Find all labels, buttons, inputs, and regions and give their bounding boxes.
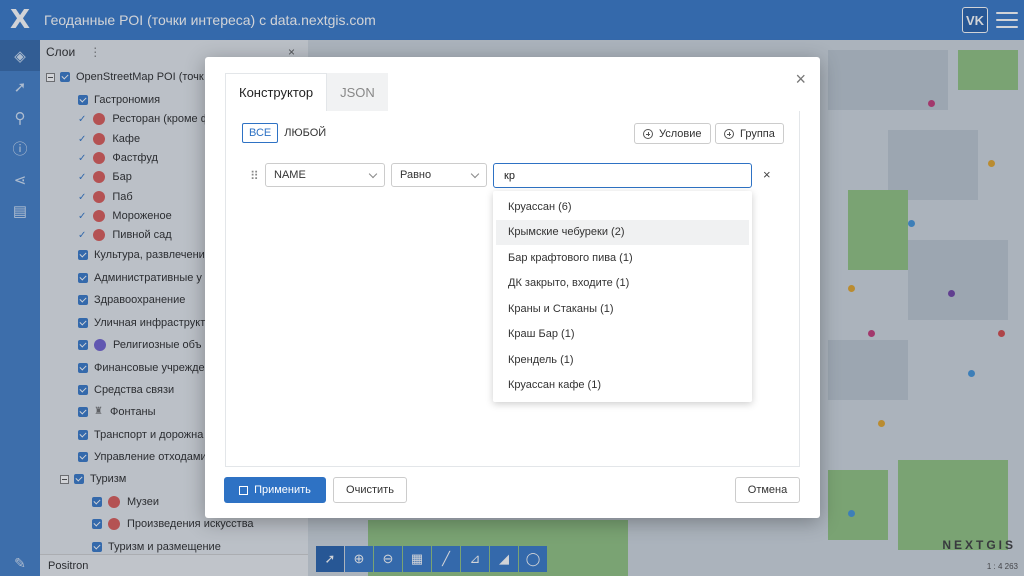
suggestion-item[interactable]: Краш Бар (1) xyxy=(496,322,749,348)
plus-icon xyxy=(643,128,653,139)
add-group-button[interactable]: Группа xyxy=(715,123,784,144)
add-condition-button[interactable]: Условие xyxy=(634,123,711,144)
tab-json[interactable]: JSON xyxy=(327,73,388,111)
save-icon xyxy=(239,485,249,495)
operator-select[interactable]: Равно xyxy=(391,163,487,187)
suggestion-item[interactable]: Краны и Стаканы (1) xyxy=(496,296,749,322)
chevron-down-icon xyxy=(470,169,480,178)
dialog-tabs: Конструктор JSON xyxy=(225,73,388,111)
mode-any-button[interactable]: ЛЮБОЙ xyxy=(278,123,332,143)
suggestion-item[interactable]: Круассан (6) xyxy=(496,194,749,220)
drag-handle-icon[interactable]: ⠿ xyxy=(250,169,259,183)
close-icon[interactable]: × xyxy=(795,69,806,90)
suggestion-item[interactable]: ДК закрыто, входите (1) xyxy=(496,271,749,297)
suggestion-item[interactable]: Крендель (1) xyxy=(496,347,749,373)
apply-button[interactable]: Применить xyxy=(224,477,326,503)
clear-button[interactable]: Очистить xyxy=(333,477,407,503)
field-select[interactable]: NAME xyxy=(265,163,385,187)
remove-rule-icon[interactable]: × xyxy=(763,167,771,182)
mode-all-button[interactable]: ВСЕ xyxy=(242,123,279,143)
tab-constructor[interactable]: Конструктор xyxy=(225,73,328,111)
cancel-button[interactable]: Отмена xyxy=(735,477,800,503)
suggestion-item[interactable]: Крымские чебуреки (2) xyxy=(496,219,749,245)
autocomplete-list: Круассан (6) Крымские чебуреки (2) Бар к… xyxy=(493,191,752,402)
match-mode-toggle: ВСЕ ЛЮБОЙ xyxy=(242,123,332,143)
filter-dialog: × Конструктор JSON ВСЕ ЛЮБОЙ Условие Гру… xyxy=(205,57,820,518)
chevron-down-icon xyxy=(368,169,378,178)
plus-icon xyxy=(724,128,734,139)
suggestion-item[interactable]: Бар крафтового пива (1) xyxy=(496,245,749,271)
suggestion-item[interactable]: Круассан кафе (1) xyxy=(496,373,749,399)
value-input[interactable] xyxy=(493,163,752,188)
